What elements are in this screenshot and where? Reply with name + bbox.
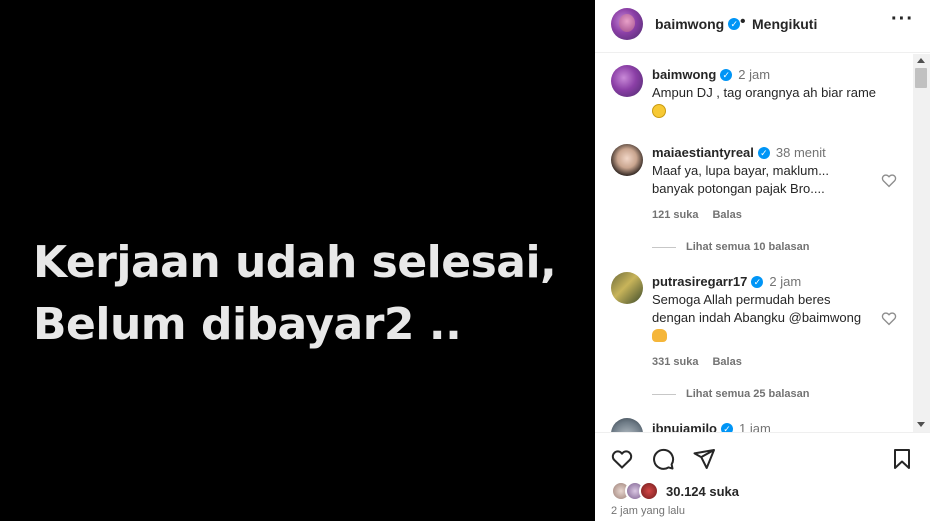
replies-divider <box>652 246 676 248</box>
bookmark-icon[interactable] <box>890 447 914 471</box>
post-header: baimwong ✓ • Mengikuti ··· <box>595 0 930 53</box>
header-separator: • <box>740 13 746 30</box>
verified-badge-icon: ✓ <box>757 146 770 159</box>
folded-hands-emoji-icon <box>652 329 667 343</box>
comment-username[interactable]: putrasiregarr17 ✓ 2 jam <box>652 274 801 289</box>
author-username[interactable]: baimwong ✓ <box>655 16 741 32</box>
comment-username-text[interactable]: ibnujamilo <box>652 421 717 432</box>
replies-divider <box>652 393 676 395</box>
reply-button[interactable]: Balas <box>712 209 741 221</box>
comment-avatar[interactable] <box>611 272 643 304</box>
verified-badge-icon: ✓ <box>728 18 741 31</box>
reply-button[interactable]: Balas <box>712 356 741 368</box>
author-username-text[interactable]: baimwong <box>655 16 724 32</box>
comment-like-heart-icon[interactable] <box>880 171 898 189</box>
media-line-2: Belum dibayar2 .. <box>33 299 462 350</box>
comment-time: 2 jam <box>738 67 771 82</box>
post-media[interactable]: Kerjaan udah selesai, Belum dibayar2 .. <box>0 0 595 521</box>
verified-badge-icon: ✓ <box>720 68 733 81</box>
grinning-face-emoji-icon <box>652 103 666 118</box>
liker-avatar[interactable] <box>639 481 659 501</box>
comment-time: 1 jam <box>739 421 771 432</box>
media-caption-text: Kerjaan udah selesai, Belum dibayar2 .. <box>33 232 557 356</box>
comment-username[interactable]: maiaestiantyreal ✓ 38 menit <box>652 145 826 160</box>
share-icon[interactable] <box>692 447 716 471</box>
verified-badge-icon: ✓ <box>751 275 764 288</box>
comment-avatar[interactable] <box>611 418 643 432</box>
view-replies-label[interactable]: Lihat semua 25 balasan <box>686 388 810 400</box>
comment-meta: 121 suka Balas <box>652 209 742 221</box>
comment-username[interactable]: baimwong ✓ 2 jam <box>652 67 770 82</box>
likers-avatars[interactable] <box>611 481 663 501</box>
comment-like-heart-icon[interactable] <box>880 309 898 327</box>
comment-time: 2 jam <box>769 274 802 289</box>
following-button[interactable]: Mengikuti <box>752 16 817 32</box>
posted-time[interactable]: 2 jam yang lalu <box>611 505 685 517</box>
like-heart-icon[interactable] <box>610 447 634 471</box>
comment-meta: 331 suka Balas <box>652 356 742 368</box>
comment-text-content: Ampun DJ , tag orangnya ah biar rame <box>652 85 877 100</box>
media-line-1: Kerjaan udah selesai, <box>33 237 557 288</box>
comment-avatar[interactable] <box>611 144 643 176</box>
likes-count[interactable]: 30.124 suka <box>666 484 739 499</box>
comment-text: Ampun DJ , tag orangnya ah biar rame <box>652 84 897 120</box>
comments-list: baimwong ✓ 2 jam Ampun DJ , tag orangnya a… <box>595 54 930 432</box>
comment-likes[interactable]: 331 suka <box>652 356 698 368</box>
author-avatar[interactable] <box>611 8 643 40</box>
post-actions: 30.124 suka 2 jam yang lalu <box>595 432 930 521</box>
comment-likes[interactable]: 121 suka <box>652 209 698 221</box>
comment-username-text[interactable]: putrasiregarr17 <box>652 274 747 289</box>
comment-username[interactable]: ibnujamilo ✓ 1 jam <box>652 421 771 432</box>
comment-text-content: Semoga Allah permudah beres dengan indah… <box>652 292 862 325</box>
scroll-up-arrow-icon[interactable] <box>917 58 925 63</box>
comment-icon[interactable] <box>651 447 675 471</box>
view-replies-button[interactable]: Lihat semua 25 balasan <box>652 388 810 400</box>
scrollbar-thumb[interactable] <box>915 68 927 88</box>
comment-text: Maaf ya, lupa bayar, maklum... banyak po… <box>652 163 830 196</box>
comment-username-text[interactable]: maiaestiantyreal <box>652 145 754 160</box>
scroll-down-arrow-icon[interactable] <box>917 422 925 427</box>
post-side-panel: baimwong ✓ • Mengikuti ··· baimwong ✓ 2 jam… <box>595 0 930 521</box>
verified-badge-icon: ✓ <box>721 422 733 432</box>
view-replies-label[interactable]: Lihat semua 10 balasan <box>686 241 810 253</box>
comment-username-text[interactable]: baimwong <box>652 67 716 82</box>
comments-scrollbar[interactable] <box>913 54 930 432</box>
comment-time: 38 menit <box>775 145 826 160</box>
comment-avatar[interactable] <box>611 65 643 97</box>
comment-text: Semoga Allah permudah beres dengan indah… <box>652 291 872 345</box>
view-replies-button[interactable]: Lihat semua 10 balasan <box>652 241 810 253</box>
post-viewer: Kerjaan udah selesai, Belum dibayar2 .. … <box>0 0 930 521</box>
more-options-icon[interactable]: ··· <box>891 8 914 31</box>
